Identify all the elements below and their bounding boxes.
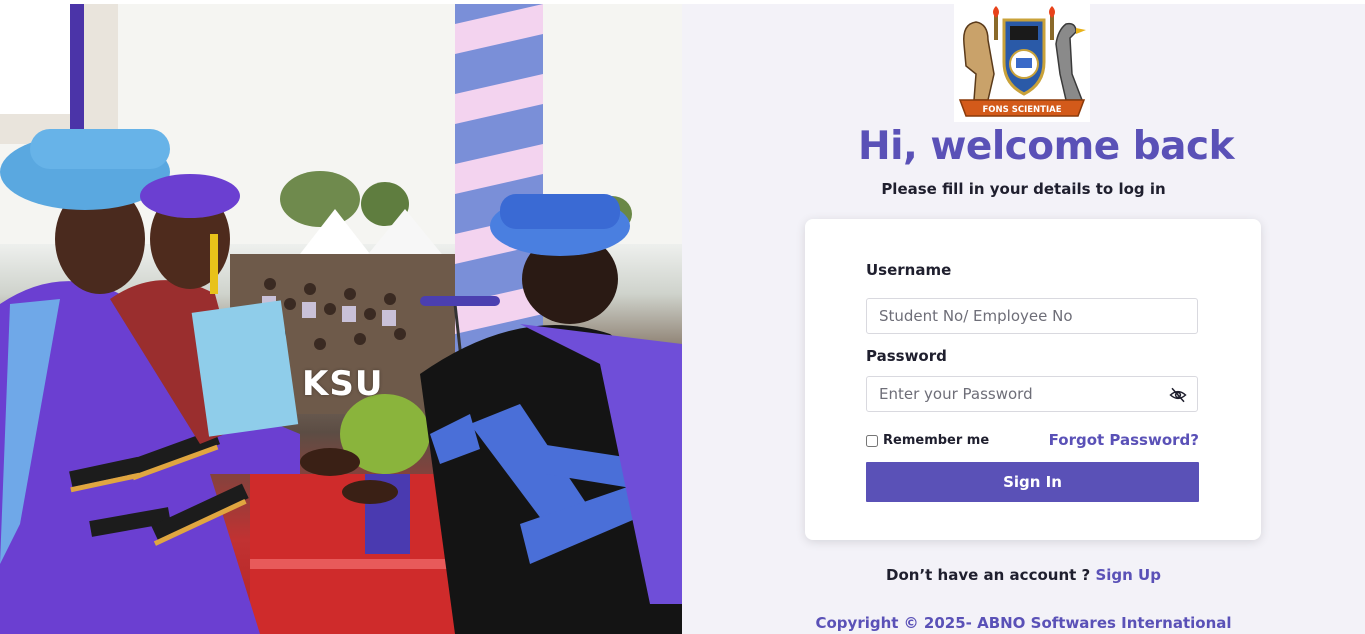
login-card: Username Password Remember me Forgot Pas… [805, 219, 1261, 540]
eye-slash-icon[interactable] [1169, 386, 1189, 406]
welcome-heading: Hi, welcome back [857, 124, 1235, 169]
crest-icon: FONS SCIENTIAE [958, 6, 1086, 117]
login-page: KSU FONS SCIENTIAE Hi, welcome back Plea… [0, 0, 1365, 634]
password-input[interactable] [866, 376, 1198, 412]
remember-me-checkbox[interactable]: Remember me [866, 433, 989, 448]
copyright-text: Copyright © 2025- ABNO Softwares Interna… [815, 614, 1232, 632]
welcome-subheading: Please fill in your details to log in [881, 180, 1166, 198]
username-label: Username [866, 261, 952, 279]
remember-me-input[interactable] [866, 434, 878, 447]
ksu-overlay-text: KSU [302, 364, 384, 404]
no-account-text: Don’t have an account ? [886, 566, 1091, 584]
crest-motto: FONS SCIENTIAE [982, 105, 1061, 115]
password-label: Password [866, 347, 947, 365]
sign-up-link[interactable]: Sign Up [1095, 566, 1161, 584]
forgot-password-link[interactable]: Forgot Password? [1049, 431, 1199, 449]
signup-prompt: Don’t have an account ? Sign Up [682, 566, 1365, 584]
graduation-photo-illustration [0, 4, 682, 634]
login-panel: FONS SCIENTIAE Hi, welcome back Please f… [682, 4, 1365, 634]
university-crest-logo: FONS SCIENTIAE [954, 4, 1090, 122]
username-input[interactable] [866, 298, 1198, 334]
sign-in-button[interactable]: Sign In [866, 462, 1199, 502]
remember-me-label: Remember me [883, 433, 990, 448]
hero-photo: KSU [0, 4, 682, 634]
